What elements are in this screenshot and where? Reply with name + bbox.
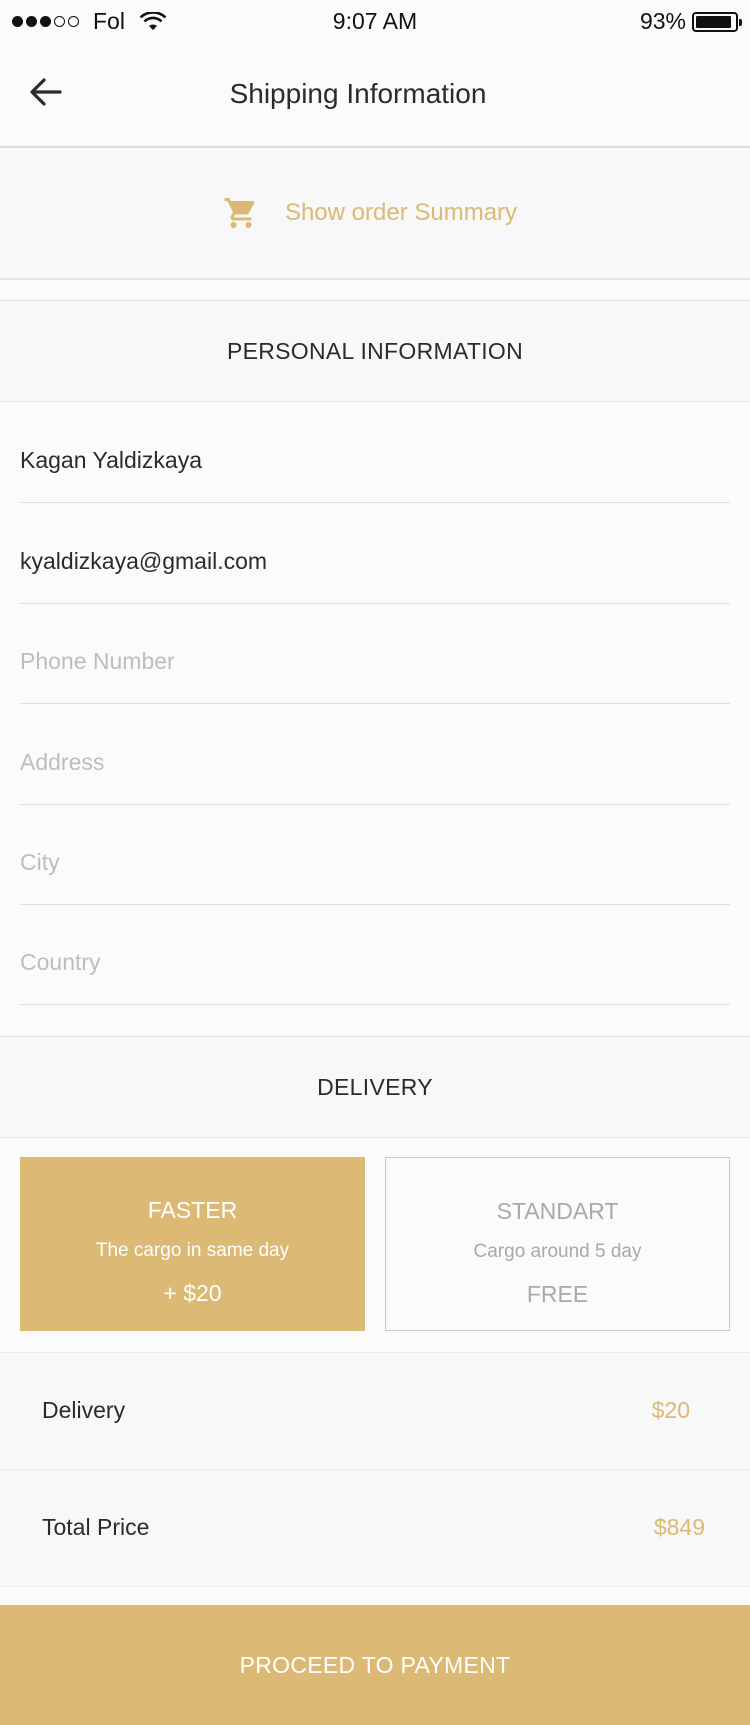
phone-field xyxy=(20,603,730,704)
delivery-header: DELIVERY xyxy=(0,1036,750,1138)
delivery-option-standart[interactable]: STANDART Cargo around 5 day FREE xyxy=(385,1157,730,1331)
option-title: FASTER xyxy=(147,1197,238,1223)
email-input[interactable] xyxy=(20,548,720,575)
delivery-cost-label: Delivery xyxy=(42,1397,126,1423)
phone-input[interactable] xyxy=(20,648,720,675)
page-title: Shipping Information xyxy=(229,78,487,109)
battery-percent: 93% xyxy=(639,8,686,34)
option-description: The cargo in same day xyxy=(95,1240,290,1261)
address-field xyxy=(20,704,730,805)
show-order-summary-button[interactable]: Show order Summary xyxy=(0,148,750,280)
country-input[interactable] xyxy=(20,949,720,976)
status-bar: Fol 9:07 AM 93% xyxy=(0,0,750,42)
option-price: FREE xyxy=(526,1281,589,1307)
city-input[interactable] xyxy=(20,849,720,876)
option-description: Cargo around 5 day xyxy=(473,1241,642,1262)
city-field xyxy=(20,804,730,905)
nav-bar: Shipping Information xyxy=(0,42,750,148)
option-price: + $20 xyxy=(163,1280,222,1306)
delivery-option-faster[interactable]: FASTER The cargo in same day + $20 xyxy=(20,1157,365,1331)
cart-icon xyxy=(224,198,255,228)
address-input[interactable] xyxy=(20,749,720,776)
proceed-to-payment-button[interactable]: PROCEED TO PAYMENT xyxy=(0,1605,750,1725)
full-name-input[interactable] xyxy=(20,447,720,474)
country-field xyxy=(20,904,730,1005)
order-summary-label: Show order Summary xyxy=(284,199,518,226)
battery-level xyxy=(696,15,732,28)
battery-tip xyxy=(739,18,742,26)
section-divider xyxy=(0,280,750,301)
status-time: 9:07 AM xyxy=(332,8,418,34)
battery-icon xyxy=(692,11,742,32)
delivery-cost-row: Delivery $20 xyxy=(0,1352,750,1469)
delivery-cost-value: $20 xyxy=(651,1397,690,1423)
full-name-field xyxy=(20,402,730,503)
email-field xyxy=(20,503,730,604)
total-price-label: Total Price xyxy=(42,1514,150,1540)
personal-information-header: PERSONAL INFORMATION xyxy=(0,301,750,402)
total-price-value: $849 xyxy=(653,1514,705,1540)
option-title: STANDART xyxy=(496,1198,619,1224)
total-price-row: Total Price $849 xyxy=(0,1469,750,1587)
status-right: 93% xyxy=(639,8,742,35)
